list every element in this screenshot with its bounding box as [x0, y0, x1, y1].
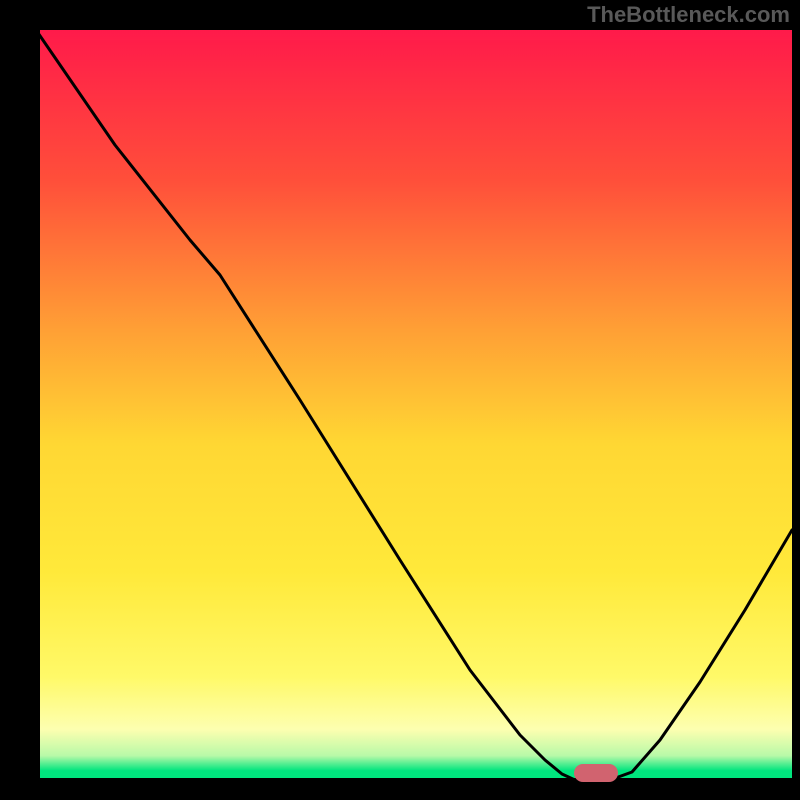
bottleneck-chart: [0, 0, 800, 800]
optimal-marker: [574, 764, 618, 782]
chart-root: TheBottleneck.com: [0, 0, 800, 800]
plot-background: [36, 30, 792, 782]
